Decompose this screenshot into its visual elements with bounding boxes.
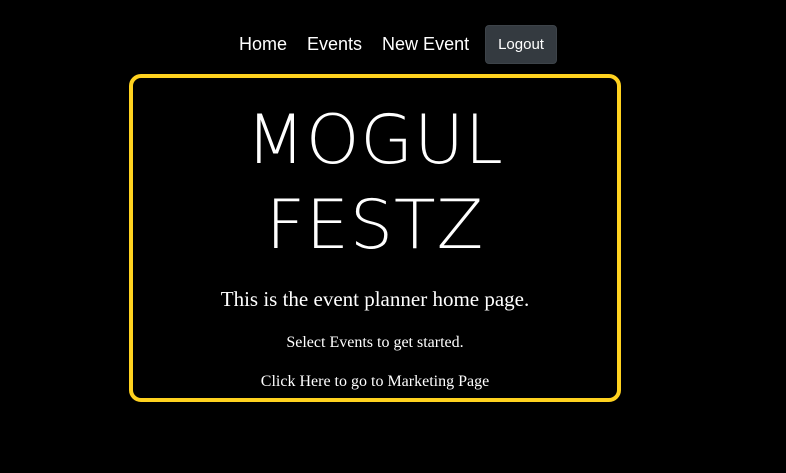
marketing-page-link[interactable]: Click Here to go to Marketing Page [133, 372, 617, 392]
top-navbar: Home Events New Event Logout [0, 25, 786, 64]
logout-button[interactable]: Logout [485, 25, 557, 64]
page: Home Events New Event Logout MOGUL FESTZ… [0, 0, 786, 473]
hero-subtitle: This is the event planner home page. [220, 287, 530, 311]
hero-instruction: Select Events to get started. [286, 334, 464, 351]
hero-card: MOGUL FESTZ This is the event planner ho… [129, 74, 621, 402]
nav-home-link[interactable]: Home [239, 25, 287, 64]
hero-title-line-2: FESTZ [265, 186, 485, 265]
nav-new-event-link[interactable]: New Event [382, 25, 469, 64]
hero-title-line-1: MOGUL [246, 101, 504, 180]
hero-title: MOGUL FESTZ [133, 98, 617, 268]
nav-events-link[interactable]: Events [307, 25, 362, 64]
